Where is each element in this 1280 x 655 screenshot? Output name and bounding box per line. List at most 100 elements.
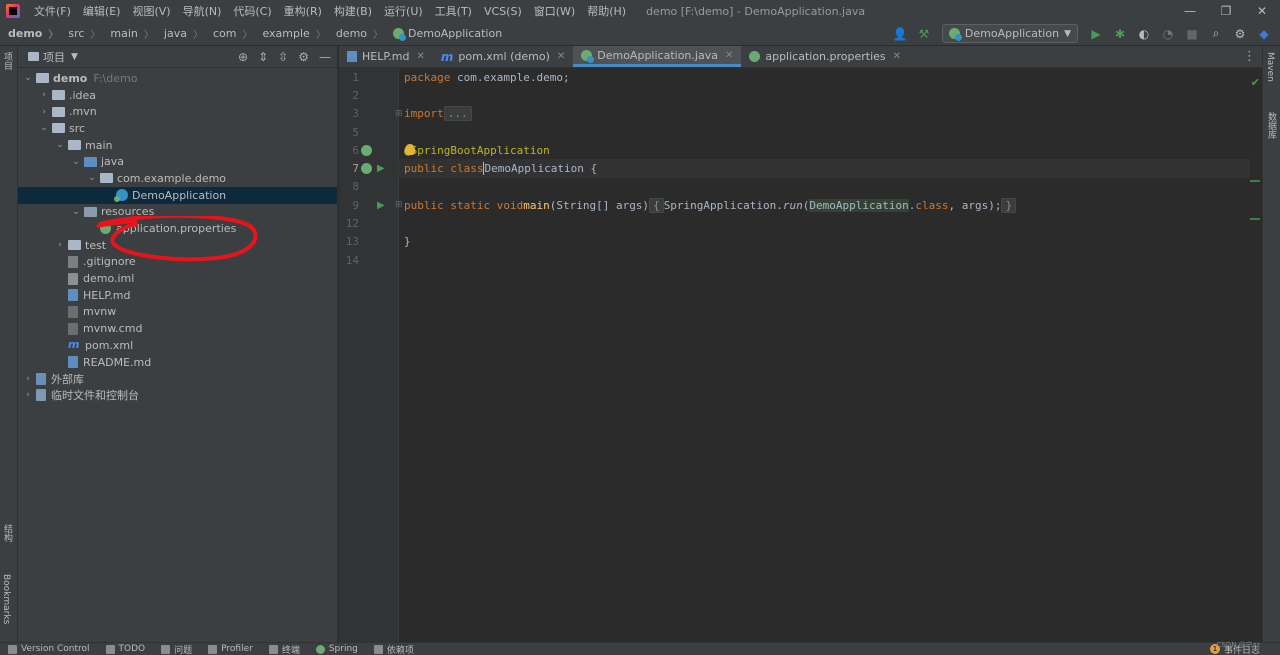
chevron-down-icon[interactable]: ⌄: [38, 123, 50, 133]
stop-icon[interactable]: ■: [1182, 24, 1202, 44]
breadcrumb-src[interactable]: src 〉: [60, 26, 102, 41]
breadcrumb-com[interactable]: com 〉: [205, 26, 255, 41]
user-icon[interactable]: 👤: [890, 24, 910, 44]
tree-item-gitignore[interactable]: › .gitignore: [18, 254, 337, 271]
tree-item-package[interactable]: ⌄ com.example.demo: [18, 170, 337, 187]
todo-tab[interactable]: TODO: [98, 644, 154, 654]
problems-tab[interactable]: 问题: [153, 643, 200, 655]
tab-demo-application-java[interactable]: DemoApplication.java ✕: [573, 46, 742, 67]
tree-item-mvnw[interactable]: › mvnw: [18, 304, 337, 321]
project-tool-tab[interactable]: 项目: [1, 52, 14, 70]
breadcrumb-demo[interactable]: demo 〉: [0, 26, 60, 41]
dependencies-tab[interactable]: 依赖项: [366, 643, 422, 655]
code-editor[interactable]: package com.example.demo; import ... @Sp…: [399, 68, 1262, 642]
chevron-down-icon[interactable]: ⌄: [70, 157, 82, 167]
chevron-down-icon[interactable]: ⌄: [70, 207, 82, 217]
tree-item-src[interactable]: ⌄ src: [18, 120, 337, 137]
tree-item-idea[interactable]: › .idea: [18, 87, 337, 104]
run-config-select[interactable]: DemoApplication ▼: [941, 24, 1078, 43]
spring-tab[interactable]: Spring: [308, 644, 366, 654]
tree-item-scratches[interactable]: › 临时文件和控制台: [18, 387, 337, 404]
tab-help-md[interactable]: HELP.md ✕: [339, 46, 433, 67]
chevron-right-icon[interactable]: ›: [38, 90, 50, 100]
tree-item-demo-application[interactable]: DemoApplication: [18, 186, 337, 204]
run-gutter-icon[interactable]: ▶: [377, 163, 385, 174]
breadcrumb-java[interactable]: java 〉: [156, 26, 205, 41]
run-icon[interactable]: ▶: [1086, 24, 1106, 44]
stripe-mark[interactable]: [1250, 180, 1260, 182]
locate-icon[interactable]: ⊕: [238, 50, 248, 64]
restore-button[interactable]: ❐: [1208, 0, 1244, 22]
tree-item-main[interactable]: ⌄ main: [18, 137, 337, 154]
menu-tools[interactable]: 工具(T): [429, 3, 478, 19]
close-icon[interactable]: ✕: [557, 51, 565, 62]
menu-view[interactable]: 视图(V): [126, 3, 176, 19]
menu-edit[interactable]: 编辑(E): [77, 3, 127, 19]
profiler-tab[interactable]: Profiler: [200, 644, 261, 654]
run-gutter-icon[interactable]: ▶: [377, 200, 385, 211]
tree-item-demo[interactable]: ⌄ demo F:\demo: [18, 70, 337, 87]
intellij-logo-icon[interactable]: [6, 4, 20, 18]
gear-icon[interactable]: ⚙: [298, 50, 309, 64]
coverage-icon[interactable]: ◐: [1134, 24, 1154, 44]
chevron-right-icon[interactable]: ›: [22, 390, 34, 400]
breadcrumb-example[interactable]: example 〉: [254, 26, 327, 41]
tree-item-mvnw-cmd[interactable]: › mvnw.cmd: [18, 320, 337, 337]
settings-icon[interactable]: ⚙: [1230, 24, 1250, 44]
project-view-selector[interactable]: 项目: [43, 49, 65, 65]
breadcrumb-demo-pkg[interactable]: demo 〉: [328, 26, 385, 41]
close-icon[interactable]: ✕: [893, 51, 901, 62]
menu-file[interactable]: 文件(F): [28, 3, 77, 19]
tree-item-java[interactable]: ⌄ java: [18, 153, 337, 170]
more-tabs-icon[interactable]: ⋮: [1243, 46, 1262, 67]
chevron-down-icon[interactable]: ⌄: [54, 140, 66, 150]
structure-tool-tab[interactable]: 结构: [1, 524, 14, 542]
minimize-button[interactable]: —: [1172, 0, 1208, 22]
menu-build[interactable]: 构建(B): [328, 3, 378, 19]
spring-bean-gutter-icon[interactable]: [361, 163, 372, 175]
error-stripe[interactable]: ✔: [1250, 68, 1262, 642]
jetbrains-logo-icon[interactable]: ◆: [1254, 24, 1274, 44]
close-button[interactable]: ✕: [1244, 0, 1280, 22]
build-hammer-icon[interactable]: ⚒: [914, 24, 934, 44]
tree-item-readme-md[interactable]: › README.md: [18, 354, 337, 371]
breadcrumb-demo-application[interactable]: DemoApplication: [385, 27, 504, 41]
check-icon[interactable]: ✔: [1251, 76, 1260, 89]
chevron-down-icon[interactable]: ⌄: [86, 173, 98, 183]
menu-vcs[interactable]: VCS(S): [478, 5, 528, 18]
version-control-tab[interactable]: Version Control: [0, 644, 98, 654]
collapse-all-icon[interactable]: ⇳: [278, 50, 288, 64]
maven-tool-tab[interactable]: Maven: [1265, 52, 1275, 82]
menu-window[interactable]: 窗口(W): [528, 3, 581, 19]
chevron-right-icon[interactable]: ›: [54, 240, 66, 250]
chevron-down-icon[interactable]: ⌄: [22, 73, 34, 83]
database-tool-tab[interactable]: 数据库: [1265, 112, 1278, 139]
close-icon[interactable]: ✕: [416, 51, 424, 62]
chevron-down-icon[interactable]: ▼: [71, 52, 78, 62]
folded-imports[interactable]: ...: [443, 106, 472, 122]
spring-bean-gutter-icon[interactable]: [361, 144, 372, 156]
chevron-right-icon[interactable]: ›: [38, 107, 50, 117]
tree-item-external-libraries[interactable]: › 外部库: [18, 370, 337, 387]
menu-navigate[interactable]: 导航(N): [177, 3, 228, 19]
stripe-mark[interactable]: [1250, 218, 1260, 220]
tree-item-application-properties[interactable]: application.properties: [18, 220, 337, 237]
menu-code[interactable]: 代码(C): [227, 3, 277, 19]
bookmarks-tool-tab[interactable]: Bookmarks: [1, 574, 11, 624]
menu-help[interactable]: 帮助(H): [581, 3, 632, 19]
hide-icon[interactable]: —: [319, 50, 331, 64]
search-icon[interactable]: ⌕: [1206, 24, 1226, 44]
chevron-right-icon[interactable]: ›: [22, 374, 34, 384]
tree-item-pom-xml[interactable]: › m pom.xml: [18, 337, 337, 354]
menu-refactor[interactable]: 重构(R): [278, 3, 328, 19]
terminal-tab[interactable]: 终端: [261, 643, 308, 655]
menu-run[interactable]: 运行(U): [378, 3, 429, 19]
debug-icon[interactable]: ✱: [1110, 24, 1130, 44]
expand-all-icon[interactable]: ⇕: [258, 50, 268, 64]
lightbulb-icon[interactable]: [405, 144, 415, 156]
tab-pom-xml[interactable]: m pom.xml (demo) ✕: [433, 46, 573, 67]
breadcrumb-main[interactable]: main 〉: [102, 26, 155, 41]
profile-icon[interactable]: ◔: [1158, 24, 1178, 44]
tree-item-mvn[interactable]: › .mvn: [18, 103, 337, 120]
close-icon[interactable]: ✕: [725, 50, 733, 61]
